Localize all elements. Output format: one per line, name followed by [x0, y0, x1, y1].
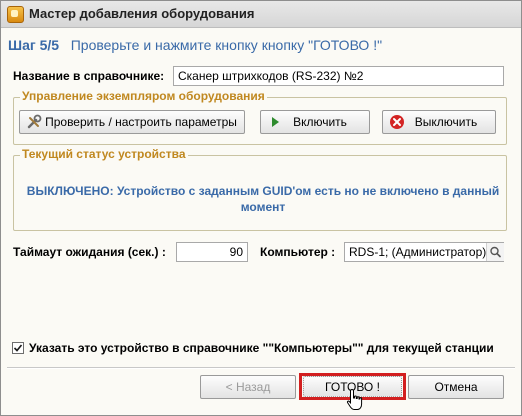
checkmark-icon — [13, 344, 23, 352]
enable-button[interactable]: Включить — [260, 110, 370, 134]
name-input[interactable]: Сканер штрихкодов (RS-232) №2 — [173, 66, 504, 86]
disable-button[interactable]: Выключить — [382, 110, 496, 134]
check-settings-label: Проверить / настроить параметры — [45, 115, 237, 129]
computer-select-button[interactable] — [486, 243, 504, 261]
check-settings-button[interactable]: Проверить / настроить параметры — [19, 110, 245, 134]
timeout-input[interactable]: 90 — [176, 242, 248, 262]
computer-input[interactable]: RDS-1; (Администратор) — [344, 242, 504, 262]
hand-cursor-icon — [346, 388, 364, 415]
name-label: Название в справочнике: — [13, 69, 165, 83]
play-icon — [267, 114, 283, 130]
window-title: Мастер добавления оборудования — [29, 6, 255, 21]
wizard-window: Мастер добавления оборудования Шаг 5/5 П… — [0, 0, 522, 416]
footer-separator — [7, 367, 515, 369]
step-heading: Шаг 5/5 Проверьте и нажмите кнопку кнопк… — [8, 37, 382, 53]
enable-label: Включить — [293, 115, 347, 129]
search-icon — [490, 246, 501, 258]
step-number: Шаг 5/5 — [8, 37, 60, 53]
stop-icon — [389, 114, 405, 130]
cancel-button[interactable]: Отмена — [408, 375, 504, 399]
computer-value: RDS-1; (Администратор) — [349, 245, 487, 259]
title-bar[interactable]: Мастер добавления оборудования — [1, 1, 521, 28]
tools-icon — [26, 114, 42, 130]
app-icon — [7, 6, 24, 23]
disable-label: Выключить — [414, 115, 478, 129]
status-message: ВЫКЛЮЧЕНО: Устройство с заданным GUID'ом… — [26, 184, 500, 214]
computer-label: Компьютер : — [260, 245, 336, 259]
timeout-label: Таймаут ожидания (сек.) : — [13, 245, 166, 259]
station-checkbox-label[interactable]: Указать это устройство в справочнике ""К… — [29, 341, 494, 355]
management-group-title: Управление экземпляром оборудования — [20, 89, 267, 103]
back-button[interactable]: < Назад — [200, 375, 296, 399]
step-instruction: Проверьте и нажмите кнопку кнопку "ГОТОВ… — [70, 37, 383, 53]
station-checkbox[interactable] — [12, 342, 24, 354]
status-group-title: Текущий статус устройства — [20, 147, 188, 161]
